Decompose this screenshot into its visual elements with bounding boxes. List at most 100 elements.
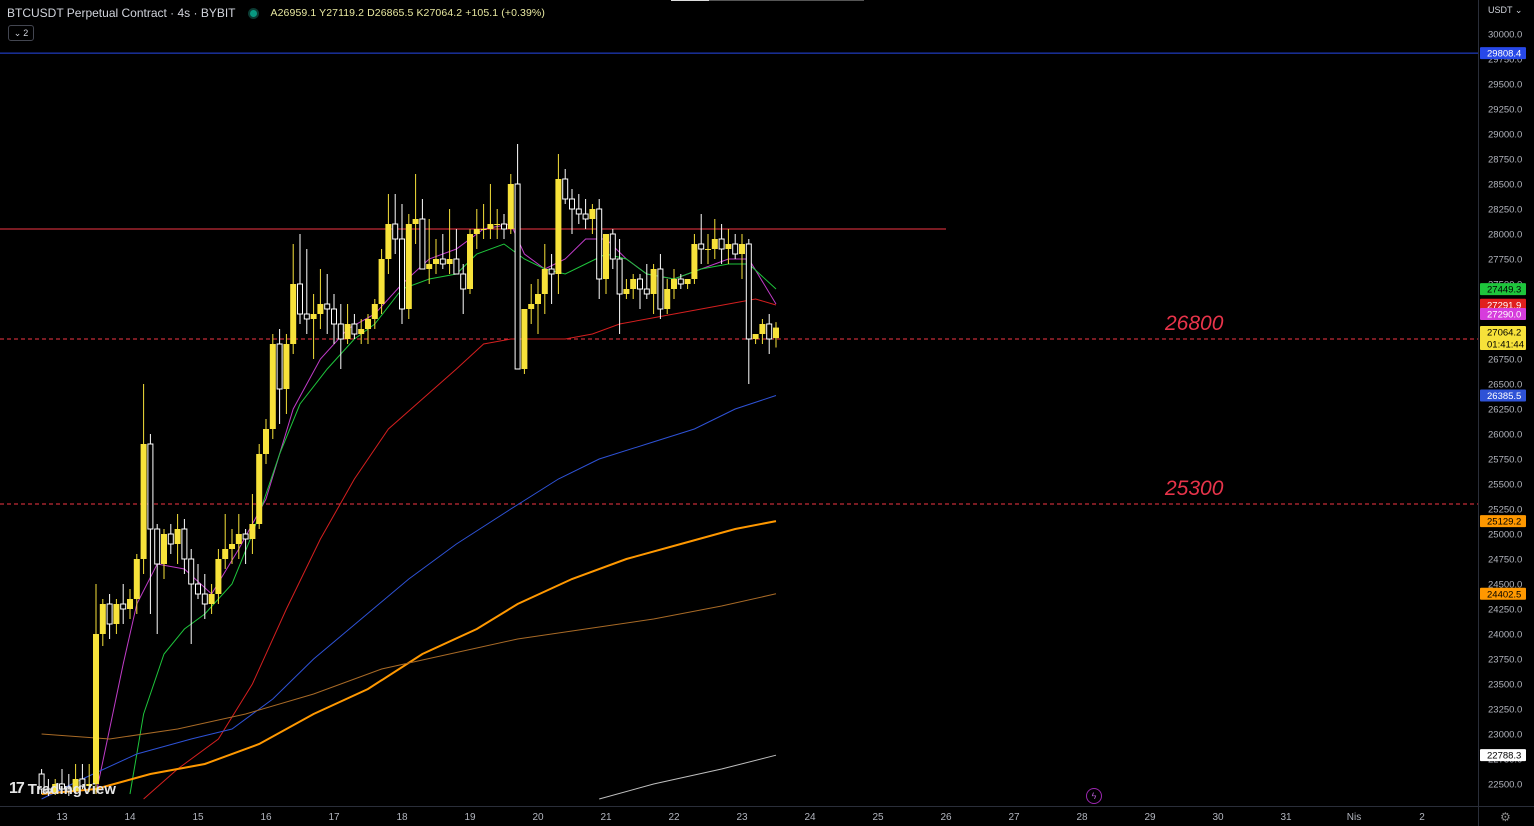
price-label-text: 27064.2 — [1487, 328, 1521, 339]
time-tick-label: 13 — [56, 812, 68, 823]
price-tick-label: 28750.0 — [1488, 155, 1522, 166]
price-tick-label: 26500.0 — [1488, 380, 1522, 391]
candle-body — [480, 229, 487, 230]
price-tick-label: 23250.0 — [1488, 705, 1522, 716]
candle-body — [637, 278, 643, 290]
candle-body — [297, 283, 303, 315]
candle-body — [235, 534, 242, 544]
time-tick-label: 18 — [396, 812, 408, 823]
candle-body — [664, 289, 671, 309]
candle-body — [133, 559, 140, 599]
indicators-toggle[interactable]: ⌄ 2 — [8, 25, 34, 41]
candle-body — [161, 534, 167, 564]
candle-body — [99, 604, 106, 634]
candle-body — [548, 268, 555, 275]
countdown-label-text: 01:41:44 — [1487, 340, 1524, 351]
price-tick-label: 25250.0 — [1488, 505, 1522, 516]
time-tick-label: 31 — [1280, 812, 1292, 823]
price-tick-label: 28250.0 — [1488, 205, 1522, 216]
candle-body — [677, 278, 684, 285]
time-tick-label: 29 — [1144, 812, 1156, 823]
candle-body — [229, 544, 235, 549]
candle-body — [711, 239, 718, 249]
candle-body — [310, 314, 317, 319]
price-chart[interactable]: 268002530030000.029750.029500.029250.029… — [0, 0, 1534, 826]
candle-body — [324, 303, 331, 310]
price-tick-label: 29000.0 — [1488, 130, 1522, 141]
ohlc-readout: A26959.1 Y27119.2 D26865.5 K27064.2 +105… — [270, 7, 545, 19]
time-tick-label: 20 — [532, 812, 544, 823]
candle-body — [603, 234, 609, 279]
candle-body — [745, 243, 752, 340]
gear-icon[interactable]: ⚙ — [1500, 810, 1511, 824]
candle-body — [290, 284, 297, 344]
brand-name: TradingView — [27, 780, 116, 798]
candle-body — [385, 224, 392, 259]
time-tick-label: 16 — [260, 812, 272, 823]
candle-body — [609, 233, 616, 260]
time-tick-label: 15 — [192, 812, 204, 823]
candle-body — [473, 229, 480, 234]
candle-body — [242, 533, 249, 540]
currency-menu[interactable]: USDT ⌄ — [1488, 5, 1522, 16]
candle-body — [439, 258, 446, 265]
time-tick-label: 30 — [1212, 812, 1224, 823]
candle-body — [181, 528, 188, 560]
price-label-text: 24402.5 — [1487, 589, 1521, 600]
candle-body — [630, 279, 637, 289]
candle-body — [174, 529, 181, 544]
candle-body — [691, 244, 698, 279]
candle-body — [433, 259, 439, 264]
candle-body — [256, 454, 263, 524]
brand-logo[interactable]: 17 TradingView — [9, 780, 116, 798]
price-tick-label: 25500.0 — [1488, 480, 1522, 491]
price-tick-label: 30000.0 — [1488, 30, 1522, 41]
candle-body — [201, 593, 208, 605]
candle-body — [569, 198, 575, 210]
candle-body — [276, 343, 283, 390]
chart-legend: BTCUSDT Perpetual Contract · 4s · BYBIT … — [7, 6, 545, 20]
candle-body — [188, 558, 195, 585]
candle-body — [773, 327, 779, 339]
candle-body — [623, 289, 630, 294]
candle-body — [596, 208, 603, 280]
candle-body — [467, 234, 473, 289]
chevron-down-icon: ⌄ — [13, 27, 22, 38]
top-scroll-thumb[interactable] — [671, 0, 709, 1]
candle-body — [684, 279, 691, 284]
price-tick-label: 27750.0 — [1488, 255, 1522, 266]
candle-body — [650, 269, 657, 294]
candle-body — [562, 178, 569, 200]
indicator-count: 2 — [23, 28, 29, 38]
lightning-icon[interactable]: ϟ — [1086, 788, 1102, 804]
candle-body — [555, 179, 562, 274]
candle-body — [739, 244, 745, 254]
candle-body — [344, 324, 351, 339]
price-tick-label: 29250.0 — [1488, 105, 1522, 116]
time-tick-label: 26 — [940, 812, 952, 823]
candle-body — [419, 218, 426, 270]
price-tick-label: 23750.0 — [1488, 655, 1522, 666]
time-tick-label: 28 — [1076, 812, 1088, 823]
candle-body — [732, 243, 739, 255]
time-tick-label: 27 — [1008, 812, 1020, 823]
candle-body — [535, 294, 541, 304]
candle-body — [140, 444, 147, 559]
price-tick-label: 26000.0 — [1488, 430, 1522, 441]
price-tick-label: 24750.0 — [1488, 555, 1522, 566]
candle-body — [507, 184, 514, 229]
price-tick-label: 25000.0 — [1488, 530, 1522, 541]
chevron-down-icon: ⌄ — [1514, 5, 1523, 15]
candle-body — [616, 258, 623, 295]
candle-body — [127, 599, 133, 609]
candle-body — [501, 223, 507, 230]
symbol-title[interactable]: BTCUSDT Perpetual Contract · 4s · BYBIT — [7, 6, 236, 20]
candle-body — [487, 224, 494, 229]
time-tick-label: 24 — [804, 812, 816, 823]
tradingview-logo-icon: 17 — [9, 780, 25, 797]
candle-body — [671, 279, 677, 289]
candle-body — [405, 224, 412, 309]
candle-body — [120, 603, 127, 610]
time-tick-label: 21 — [600, 812, 612, 823]
time-tick-label: 23 — [736, 812, 748, 823]
